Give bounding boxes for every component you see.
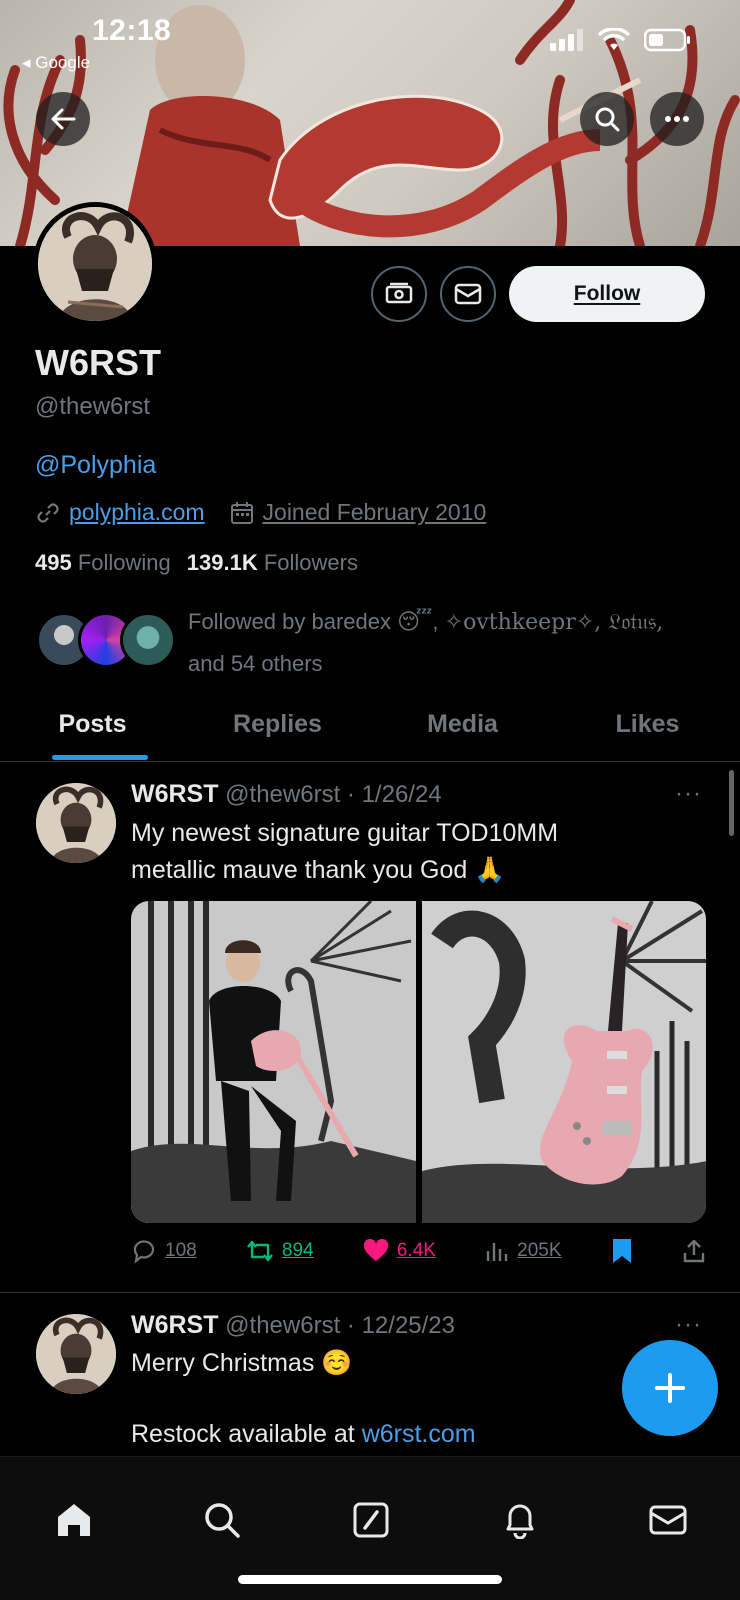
- status-icons: [550, 28, 692, 52]
- website-link[interactable]: polyphia.com: [69, 499, 205, 526]
- search-icon: [595, 107, 620, 132]
- followers-stat[interactable]: 139.1K Followers: [187, 550, 358, 576]
- home-icon: [58, 1504, 90, 1536]
- more-icon: [665, 116, 689, 122]
- envelope-icon: [454, 283, 482, 305]
- post-image-2[interactable]: [421, 901, 706, 1223]
- post-header: W6RST @thew6rst · 1/26/24: [131, 780, 442, 808]
- nav-messages[interactable]: [645, 1497, 691, 1543]
- post-date[interactable]: 12/25/23: [362, 1312, 455, 1339]
- home-indicator[interactable]: [238, 1575, 502, 1584]
- avatar: [120, 612, 176, 668]
- profile-handle: @thew6rst: [35, 393, 151, 420]
- heart-icon: [363, 1239, 388, 1261]
- tab-media[interactable]: Media: [370, 700, 555, 761]
- tab-posts[interactable]: Posts: [0, 700, 185, 761]
- post-author-handle[interactable]: @thew6rst: [225, 781, 340, 808]
- grok-icon: [353, 1502, 389, 1538]
- tab-likes[interactable]: Likes: [555, 700, 740, 761]
- message-button[interactable]: [440, 266, 496, 322]
- repost-icon: [246, 1240, 273, 1262]
- followed-by-text[interactable]: Followed by baredex 😴, ✧ovthkeepr✧, 𝔏𝔬𝔱𝔲…: [188, 601, 728, 684]
- post-header: W6RST @thew6rst · 12/25/23: [131, 1311, 455, 1339]
- profile-name: W6RST: [35, 342, 161, 383]
- post-media[interactable]: [131, 901, 706, 1223]
- joined-date: Joined February 2010: [262, 499, 487, 525]
- battery-icon: [644, 28, 690, 52]
- post-more-button[interactable]: ···: [675, 780, 702, 808]
- follow-stats: 495 Following 139.1K Followers: [35, 550, 358, 576]
- share-button[interactable]: [682, 1238, 706, 1264]
- search-button[interactable]: [580, 92, 634, 146]
- post-text: My newest signature guitar TOD10MM metal…: [131, 819, 559, 884]
- views-icon: [486, 1243, 508, 1261]
- post-more-button[interactable]: ···: [675, 1311, 702, 1339]
- like-button[interactable]: 6.4K: [363, 1239, 436, 1263]
- scrollbar[interactable]: [729, 770, 734, 836]
- profile-avatar[interactable]: [33, 202, 157, 326]
- following-stat[interactable]: 495 Following: [35, 550, 171, 576]
- post-author-handle[interactable]: @thew6rst: [225, 1312, 340, 1339]
- post-actions: 108 894 6.4K 205K: [131, 1237, 706, 1265]
- plus-icon: [655, 1373, 685, 1403]
- back-to-google-link[interactable]: ◂ Google: [22, 53, 90, 73]
- signal-icon: [550, 29, 583, 51]
- money-icon: [385, 282, 413, 304]
- post-avatar[interactable]: [36, 1314, 116, 1394]
- link-icon: [37, 502, 59, 523]
- bookmark-button[interactable]: [611, 1237, 633, 1265]
- bookmark-icon: [612, 1239, 631, 1263]
- nav-grok[interactable]: [348, 1497, 394, 1543]
- follow-button[interactable]: Follow: [509, 266, 705, 322]
- search-icon: [205, 1503, 240, 1538]
- post-date[interactable]: 1/26/24: [362, 781, 442, 808]
- profile-tabs: Posts Replies Media Likes: [0, 700, 740, 762]
- post-avatar[interactable]: [36, 783, 116, 863]
- post-author-name[interactable]: W6RST: [131, 780, 219, 808]
- back-button[interactable]: [36, 92, 90, 146]
- nav-search[interactable]: [199, 1497, 245, 1543]
- status-time: 12:18: [92, 14, 172, 47]
- profile-meta: polyphia.com Joined February 2010: [35, 499, 486, 526]
- post-divider: [0, 1292, 740, 1293]
- envelope-icon: [649, 1505, 687, 1535]
- views-button[interactable]: 205K: [485, 1239, 562, 1263]
- bio-mention-link[interactable]: @Polyphia: [35, 451, 156, 480]
- more-options-button[interactable]: [650, 92, 704, 146]
- arrow-left-icon: [51, 108, 76, 130]
- reply-button[interactable]: 108: [131, 1238, 197, 1264]
- nav-home[interactable]: [51, 1497, 97, 1543]
- followed-by-avatars[interactable]: [36, 612, 176, 670]
- post-text: Merry Christmas ☺️ Restock available at …: [131, 1349, 476, 1448]
- calendar-icon: [230, 501, 253, 524]
- restock-link[interactable]: w6rst.com: [362, 1420, 476, 1448]
- compose-post-button[interactable]: [622, 1340, 718, 1436]
- post-image-1[interactable]: [131, 901, 416, 1223]
- tip-jar-button[interactable]: [371, 266, 427, 322]
- reply-icon: [133, 1240, 155, 1264]
- bell-icon: [506, 1504, 534, 1539]
- post-author-name[interactable]: W6RST: [131, 1311, 219, 1339]
- nav-notifications[interactable]: [497, 1497, 543, 1543]
- share-icon: [683, 1239, 705, 1263]
- active-tab-indicator: [52, 755, 148, 760]
- repost-button[interactable]: 894: [246, 1239, 314, 1263]
- tab-replies[interactable]: Replies: [185, 700, 370, 761]
- wifi-icon: [598, 28, 630, 50]
